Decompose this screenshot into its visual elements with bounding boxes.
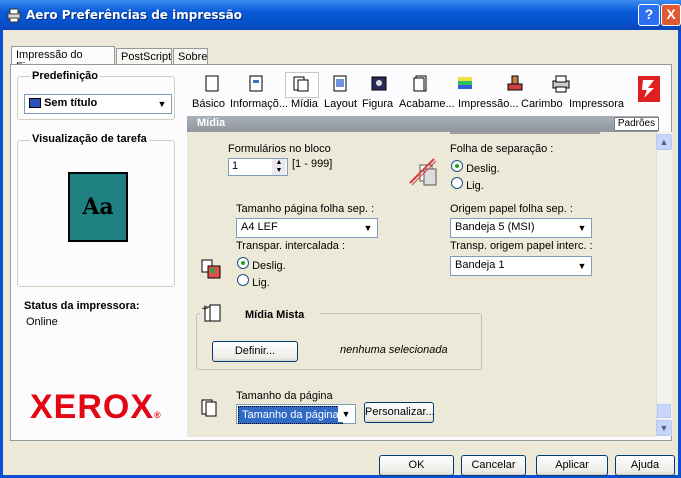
toolbar: Básico Informaçõ... Mídia Layout Figura … <box>186 72 666 114</box>
cancel-button[interactable]: Cancelar <box>461 455 526 476</box>
vertical-scrollbar[interactable] <box>656 132 672 436</box>
scroll-thumb[interactable] <box>657 404 671 418</box>
transparency-source-select[interactable]: Bandeja 1 ▼ <box>450 256 592 276</box>
transparency-off-label: Deslig. <box>252 260 286 272</box>
close-button[interactable]: X <box>661 4 681 26</box>
xerox-logo: XEROX® <box>30 388 162 426</box>
color-icon <box>458 77 472 89</box>
ok-button[interactable]: OK <box>379 455 454 476</box>
mixed-media-icon: + <box>201 304 221 322</box>
transparency-icon <box>201 259 221 279</box>
separator-source-label: Origem papel folha sep. : <box>450 203 573 215</box>
page-size-select[interactable]: Tamanho da página ▼ <box>236 404 356 424</box>
separator-source-value: Bandeja 5 (MSI) <box>455 221 535 233</box>
svg-text:+: + <box>201 304 209 314</box>
transparency-source-value: Bandeja 1 <box>455 259 505 271</box>
preview-thumbnail: Aa <box>68 172 128 242</box>
page-icon <box>205 75 219 92</box>
section-title: Mídia <box>197 117 226 129</box>
radio-off-icon[interactable] <box>451 160 463 172</box>
preset-select[interactable]: Sem título ▼ <box>24 94 172 114</box>
toolbar-label-acabamento[interactable]: Acabame... <box>399 98 455 110</box>
transparency-source-label: Transp. origem papel interc. : <box>450 240 593 252</box>
customize-button[interactable]: Personalizar... <box>364 402 435 423</box>
mixed-media-status: nenhuma selecionada <box>340 344 448 356</box>
preset-value: Sem título <box>44 97 98 109</box>
section-header: Mídia <box>187 116 658 132</box>
mixed-media-title: Mídia Mista <box>245 309 305 321</box>
radio-off-icon[interactable] <box>237 257 249 269</box>
toolbar-label-figura[interactable]: Figura <box>362 98 393 110</box>
printer-status-value: Online <box>26 316 58 328</box>
help-button[interactable]: Ajuda <box>615 455 675 476</box>
printer-status-label: Status da impressora: <box>24 300 140 312</box>
forms-value: 1 <box>232 160 239 172</box>
preset-icon <box>29 98 41 109</box>
help-title-button[interactable]: ? <box>638 4 660 26</box>
toolbar-label-carimbo[interactable]: Carimbo <box>521 98 563 110</box>
transparency-label: Transpar. intercalada : <box>236 240 346 252</box>
separator-sheet-label: Folha de separação : <box>450 143 554 155</box>
separator-on-radio[interactable]: Lig. <box>451 177 484 192</box>
no-separator-icon <box>409 158 437 186</box>
preview-title: Visualização de tarefa <box>30 133 149 145</box>
forms-range: [1 - 999] <box>292 158 333 170</box>
toolbar-label-midia[interactable]: Mídia <box>291 98 318 110</box>
page-size-icon <box>201 399 217 417</box>
info-icon <box>249 75 263 92</box>
transparency-on-label: Lig. <box>252 277 270 289</box>
page-size-value: Tamanho da página <box>238 406 343 424</box>
chevron-down-icon: ▼ <box>154 96 170 112</box>
printer-app-icon <box>7 8 21 23</box>
toolbar-label-layout[interactable]: Layout <box>324 98 357 110</box>
scroll-up-icon[interactable]: ▲ <box>656 134 672 150</box>
transparency-off-radio[interactable]: Deslig. <box>237 257 286 272</box>
define-button[interactable]: Definir... <box>212 341 298 362</box>
media-icon <box>293 76 309 92</box>
chevron-down-icon: ▼ <box>338 406 354 422</box>
separator-size-select[interactable]: A4 LEF ▼ <box>236 218 378 238</box>
printer-icon <box>552 75 570 93</box>
finishing-icon <box>413 75 427 92</box>
apply-button[interactable]: Aplicar <box>536 455 608 476</box>
partial-scroll-edge <box>450 132 600 134</box>
scroll-down-icon[interactable]: ▼ <box>656 420 672 436</box>
separator-source-select[interactable]: Bandeja 5 (MSI) ▼ <box>450 218 592 238</box>
toolbar-label-impressao[interactable]: Impressão... <box>458 98 519 110</box>
chevron-down-icon: ▼ <box>574 220 590 236</box>
toolbar-label-impressora[interactable]: Impressora <box>569 98 624 110</box>
forms-label: Formulários no bloco <box>228 143 331 155</box>
fiery-logo <box>638 76 660 102</box>
layout-icon <box>333 75 347 92</box>
separator-on-label: Lig. <box>466 180 484 192</box>
chevron-down-icon: ▼ <box>574 258 590 274</box>
toolbar-label-basico[interactable]: Básico <box>192 98 225 110</box>
defaults-button[interactable]: Padrões <box>614 117 659 131</box>
toolbar-label-info[interactable]: Informaçõ... <box>230 98 288 110</box>
stamp-icon <box>507 75 523 91</box>
chevron-down-icon: ▼ <box>360 220 376 236</box>
radio-on-icon[interactable] <box>451 177 463 189</box>
separator-size-value: A4 LEF <box>241 221 278 233</box>
separator-off-label: Deslig. <box>466 163 500 175</box>
separator-off-radio[interactable]: Deslig. <box>451 160 500 175</box>
radio-on-icon[interactable] <box>237 274 249 286</box>
spinner-arrows-icon[interactable]: ▲ ▼ <box>272 159 286 175</box>
window-title: Aero Preferências de impressão <box>26 8 243 22</box>
tab-fiery[interactable]: Impressão do Fiery <box>11 46 115 73</box>
separator-size-label: Tamanho página folha sep. : <box>236 203 375 215</box>
title-bar: Aero Preferências de impressão ? X <box>0 0 681 30</box>
page-size-label: Tamanho da página <box>236 390 333 402</box>
forms-spinner[interactable]: 1 ▲ ▼ <box>228 158 288 176</box>
preset-title: Predefinição <box>30 70 101 82</box>
transparency-on-radio[interactable]: Lig. <box>237 274 270 289</box>
image-icon <box>371 76 387 91</box>
